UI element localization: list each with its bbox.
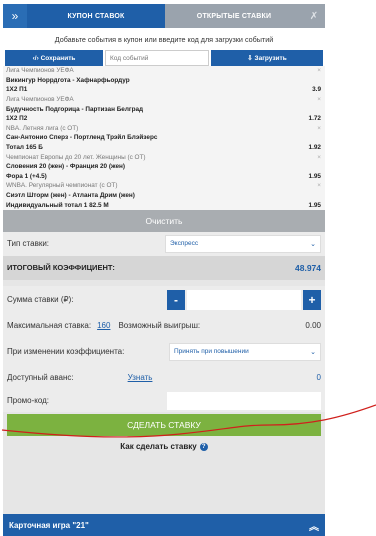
event-league: NBA. Летняя лига (с ОТ) × <box>3 124 325 134</box>
make-bet-button[interactable]: СДЕЛАТЬ СТАВКУ <box>7 413 321 436</box>
league-text: Лига Чемпионов УЕФА <box>6 96 74 104</box>
advance-label: Доступный аванс: <box>7 373 74 383</box>
card-game-bar[interactable]: Карточная игра "21" ︽ <box>3 514 325 536</box>
promo-row: Промо-код: <box>3 389 325 412</box>
tab-bar: » КУПОН СТАВОК ОТКРЫТЫЕ СТАВКИ ✗ <box>3 4 325 28</box>
remove-event-icon[interactable]: × <box>317 125 321 132</box>
bet-type-label: Тип ставки: <box>7 239 50 249</box>
max-stake-value[interactable]: 160 <box>97 321 110 330</box>
max-stake-label: Максимальная ставка: <box>7 321 92 331</box>
match-text: Сан-Антонио Сперз - Портленд Трэйл Блэйз… <box>6 134 158 142</box>
max-stake-row: Максимальная ставка: 160 Возможный выигр… <box>3 313 325 338</box>
bet-type-row: Тип ставки: Экспресс ⌄ <box>3 231 325 256</box>
collapse-icon[interactable]: » <box>3 4 27 28</box>
total-odds-row: ИТОГОВЫЙ КОЭФФИЦИЕНТ: 48.974 <box>3 255 325 280</box>
league-text: NBA. Летняя лига (с ОТ) <box>6 124 79 132</box>
event-league: Чемпионат Европы до 20 лет. Женщины (с О… <box>3 152 325 162</box>
odds-change-label: При изменении коэффициента: <box>7 347 125 357</box>
chevron-up-icon[interactable]: ︽ <box>309 518 319 533</box>
event-league: WNBA. Регулярный чемпионат (с ОТ) × <box>3 181 325 191</box>
clear-button[interactable]: Очистить <box>3 209 325 232</box>
total-odds-value: 48.974 <box>295 262 321 273</box>
possible-win-value: 0.00 <box>305 321 321 331</box>
remove-event-icon[interactable]: × <box>317 154 321 161</box>
event-bet: 1X2 П1 3.9 <box>3 85 325 95</box>
stake-label: Сумма ставки (₽): <box>7 295 74 305</box>
odds-change-select[interactable]: Принять при повышении ⌄ <box>169 342 321 361</box>
remove-event-icon[interactable]: × <box>317 67 321 74</box>
event-odd: 1.92 <box>308 144 321 152</box>
bet-text: Фора 1 (+4.5) <box>6 172 47 180</box>
odds-change-value: Принять при повышении <box>174 348 249 356</box>
chevron-down-icon: ⌄ <box>310 240 316 248</box>
bet-slip-panel: » КУПОН СТАВОК ОТКРЫТЫЕ СТАВКИ ✗ Добавьт… <box>3 4 325 536</box>
match-text: Словения 20 (жен) - Франция 20 (жен) <box>6 163 126 171</box>
remove-event-icon[interactable]: × <box>317 96 321 103</box>
coupon-hint: Добавьте события в купон или введите код… <box>3 28 325 50</box>
league-text: WNBA. Регулярный чемпионат (с ОТ) <box>6 182 118 190</box>
event-league: Лига Чемпионов УЕФА × <box>3 95 325 105</box>
event-match: Сан-Антонио Сперз - Портленд Трэйл Блэйз… <box>3 133 325 143</box>
stake-minus-button[interactable]: - <box>167 289 185 310</box>
stake-plus-button[interactable]: + <box>303 289 321 310</box>
event-odd: 3.9 <box>312 86 321 94</box>
save-button[interactable]: ‹/› Сохранить <box>5 50 103 66</box>
tab-open-bets[interactable]: ОТКРЫТЫЕ СТАВКИ <box>165 4 303 28</box>
event-bet: Фора 1 (+4.5) 1.95 <box>3 172 325 182</box>
match-text: Викингур Норрдгота - Хафнарфьордур <box>6 76 130 84</box>
code-toolbar: ‹/› Сохранить Код событий ⇩ Загрузить <box>3 50 325 66</box>
help-icon: ? <box>199 442 208 451</box>
tab-coupon[interactable]: КУПОН СТАВОК <box>27 4 165 28</box>
event-odd: 1.95 <box>308 172 321 180</box>
advance-row: Доступный аванс: Узнать 0 <box>3 365 325 390</box>
stake-input[interactable] <box>187 289 301 310</box>
event-match: Викингур Норрдгота - Хафнарфьордур <box>3 76 325 86</box>
total-odds-label: ИТОГОВЫЙ КОЭФФИЦИЕНТ: <box>7 263 115 273</box>
load-button[interactable]: ⇩ Загрузить <box>211 50 323 66</box>
odds-change-row: При изменении коэффициента: Принять при … <box>3 337 325 366</box>
remove-event-icon[interactable]: × <box>317 182 321 189</box>
event-bet: Тотал 165 Б 1.92 <box>3 143 325 153</box>
bet-text: 1X2 П2 <box>6 115 28 123</box>
chevron-down-icon: ⌄ <box>310 348 316 356</box>
advance-link[interactable]: Узнать <box>128 373 153 382</box>
bet-type-select[interactable]: Экспресс ⌄ <box>165 234 321 253</box>
event-list: Лига Чемпионов УЕФА × Викингур Норрдгота … <box>3 66 325 210</box>
event-odd: 1.95 <box>308 201 321 209</box>
how-to-bet-label: Как сделать ставку <box>120 442 197 452</box>
event-code-input[interactable]: Код событий <box>105 50 209 66</box>
league-text: Чемпионат Европы до 20 лет. Женщины (с О… <box>6 153 146 161</box>
promo-code-input[interactable] <box>167 391 321 410</box>
pin-icon[interactable]: ✗ <box>303 4 325 28</box>
event-match: Словения 20 (жен) - Франция 20 (жен) <box>3 162 325 172</box>
event-odd: 1.72 <box>308 115 321 123</box>
event-match: Будучность Подгорица - Партизан Белград <box>3 104 325 114</box>
bet-text: Индивидуальный тотал 1 82.5 М <box>6 201 109 209</box>
event-league: Лига Чемпионов УЕФА × <box>3 66 325 76</box>
promo-label: Промо-код: <box>7 396 50 406</box>
possible-win-label: Возможный выигрыш: <box>118 321 201 331</box>
advance-value: 0 <box>316 373 321 383</box>
event-bet: 1X2 П2 1.72 <box>3 114 325 124</box>
how-to-bet-link[interactable]: Как сделать ставку ? <box>3 436 325 458</box>
event-bet: Индивидуальный тотал 1 82.5 М 1.95 <box>3 200 325 210</box>
bet-type-value: Экспресс <box>170 240 199 248</box>
match-text: Будучность Подгорица - Партизан Белград <box>6 105 144 113</box>
league-text: Лига Чемпионов УЕФА <box>6 67 74 75</box>
stake-row: Сумма ставки (₽): - + <box>3 285 325 314</box>
match-text: Сиэтл Шторм (жен) - Атланта Дрим (жен) <box>6 192 135 200</box>
bet-text: 1X2 П1 <box>6 86 28 94</box>
event-match: Сиэтл Шторм (жен) - Атланта Дрим (жен) <box>3 191 325 201</box>
bet-text: Тотал 165 Б <box>6 144 43 152</box>
card-game-label: Карточная игра "21" <box>9 520 89 530</box>
